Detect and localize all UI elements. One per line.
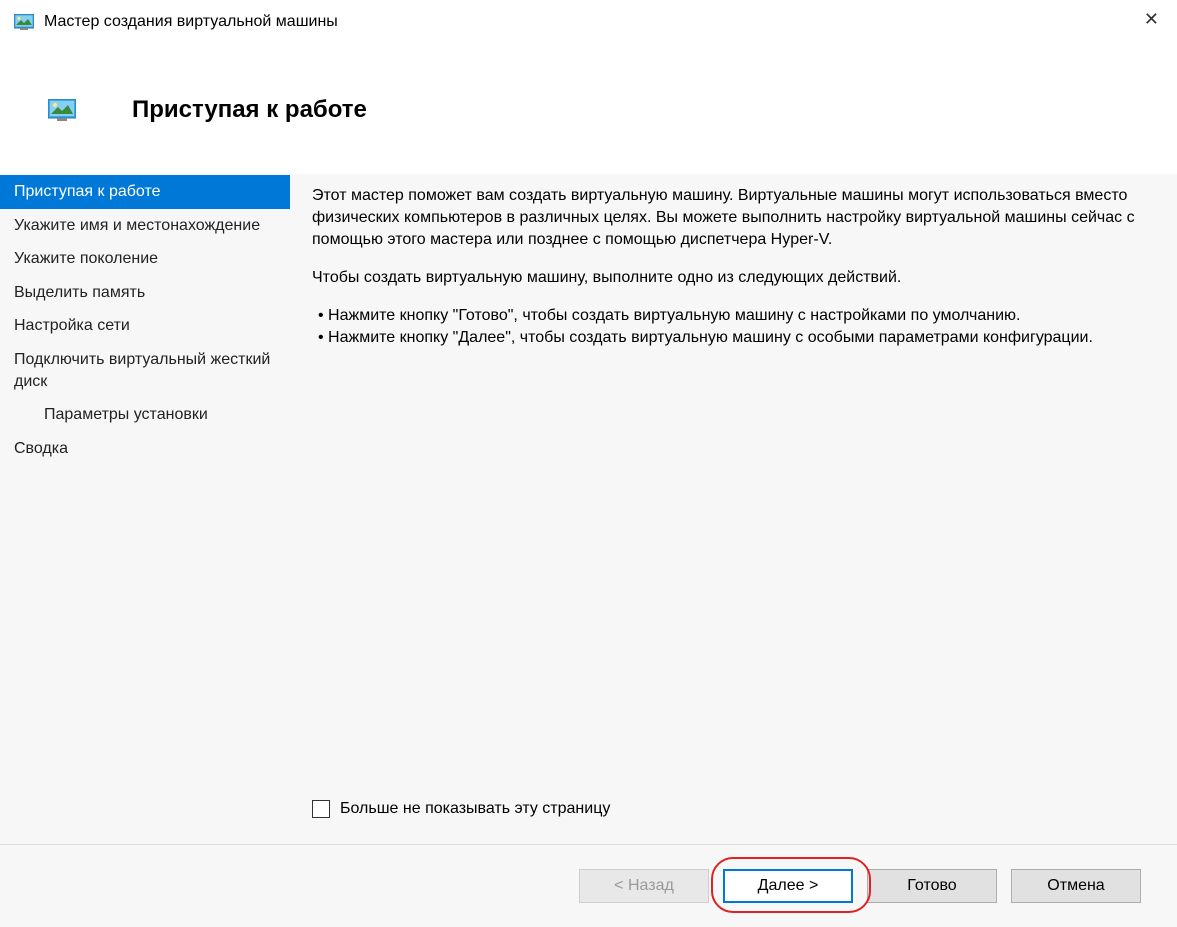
wizard-body: Приступая к работе Укажите имя и местона… [0, 174, 1177, 844]
sidebar-item-label: Сводка [14, 440, 68, 457]
dont-show-again-row[interactable]: Больше не показывать эту страницу [312, 800, 610, 818]
header-vm-icon [48, 99, 76, 121]
sidebar-item-label: Выделить память [14, 284, 145, 301]
sidebar-item-label: Укажите поколение [14, 250, 158, 267]
sidebar-item-before-you-begin[interactable]: Приступая к работе [0, 175, 290, 209]
checkbox-label: Больше не показывать эту страницу [340, 800, 610, 818]
intro-paragraph: Этот мастер поможет вам создать виртуаль… [312, 185, 1147, 251]
sidebar-item-label: Параметры установки [44, 406, 208, 423]
sidebar-item-specify-name[interactable]: Укажите имя и местонахождение [0, 209, 290, 243]
bullet-item-next: • Нажмите кнопку "Далее", чтобы создать … [318, 327, 1147, 349]
checkbox-icon[interactable] [312, 800, 330, 818]
wizard-content: Этот мастер поможет вам создать виртуаль… [290, 175, 1177, 844]
wizard-header: Приступая к работе [0, 44, 1177, 174]
sidebar-item-assign-memory[interactable]: Выделить память [0, 276, 290, 310]
bullet-item-finish: • Нажмите кнопку "Готово", чтобы создать… [318, 305, 1147, 327]
titlebar-vm-icon [14, 14, 34, 30]
titlebar: Мастер создания виртуальной машины ✕ [0, 0, 1177, 44]
window-title: Мастер создания виртуальной машины [44, 13, 338, 31]
sidebar-item-connect-vhd[interactable]: Подключить виртуальный жесткий диск [0, 343, 290, 398]
sidebar-item-specify-generation[interactable]: Укажите поколение [0, 242, 290, 276]
sidebar-item-label: Укажите имя и местонахождение [14, 217, 260, 234]
wizard-footer: < Назад Далее > Готово Отмена [0, 844, 1177, 927]
sidebar-item-label: Подключить виртуальный жесткий диск [14, 351, 270, 390]
page-title: Приступая к работе [132, 96, 367, 124]
sidebar-item-label: Настройка сети [14, 317, 130, 334]
finish-button[interactable]: Готово [867, 869, 997, 903]
sidebar-item-summary[interactable]: Сводка [0, 432, 290, 466]
wizard-sidebar: Приступая к работе Укажите имя и местона… [0, 175, 290, 844]
back-button: < Назад [579, 869, 709, 903]
sidebar-item-configure-networking[interactable]: Настройка сети [0, 309, 290, 343]
bullet-list: • Нажмите кнопку "Готово", чтобы создать… [318, 305, 1147, 349]
sidebar-item-installation-options[interactable]: Параметры установки [0, 398, 290, 432]
sidebar-item-label: Приступая к работе [14, 183, 161, 200]
close-icon[interactable]: ✕ [1144, 10, 1159, 28]
next-button[interactable]: Далее > [723, 869, 853, 903]
cancel-button[interactable]: Отмена [1011, 869, 1141, 903]
instruction-paragraph: Чтобы создать виртуальную машину, выполн… [312, 267, 1147, 289]
